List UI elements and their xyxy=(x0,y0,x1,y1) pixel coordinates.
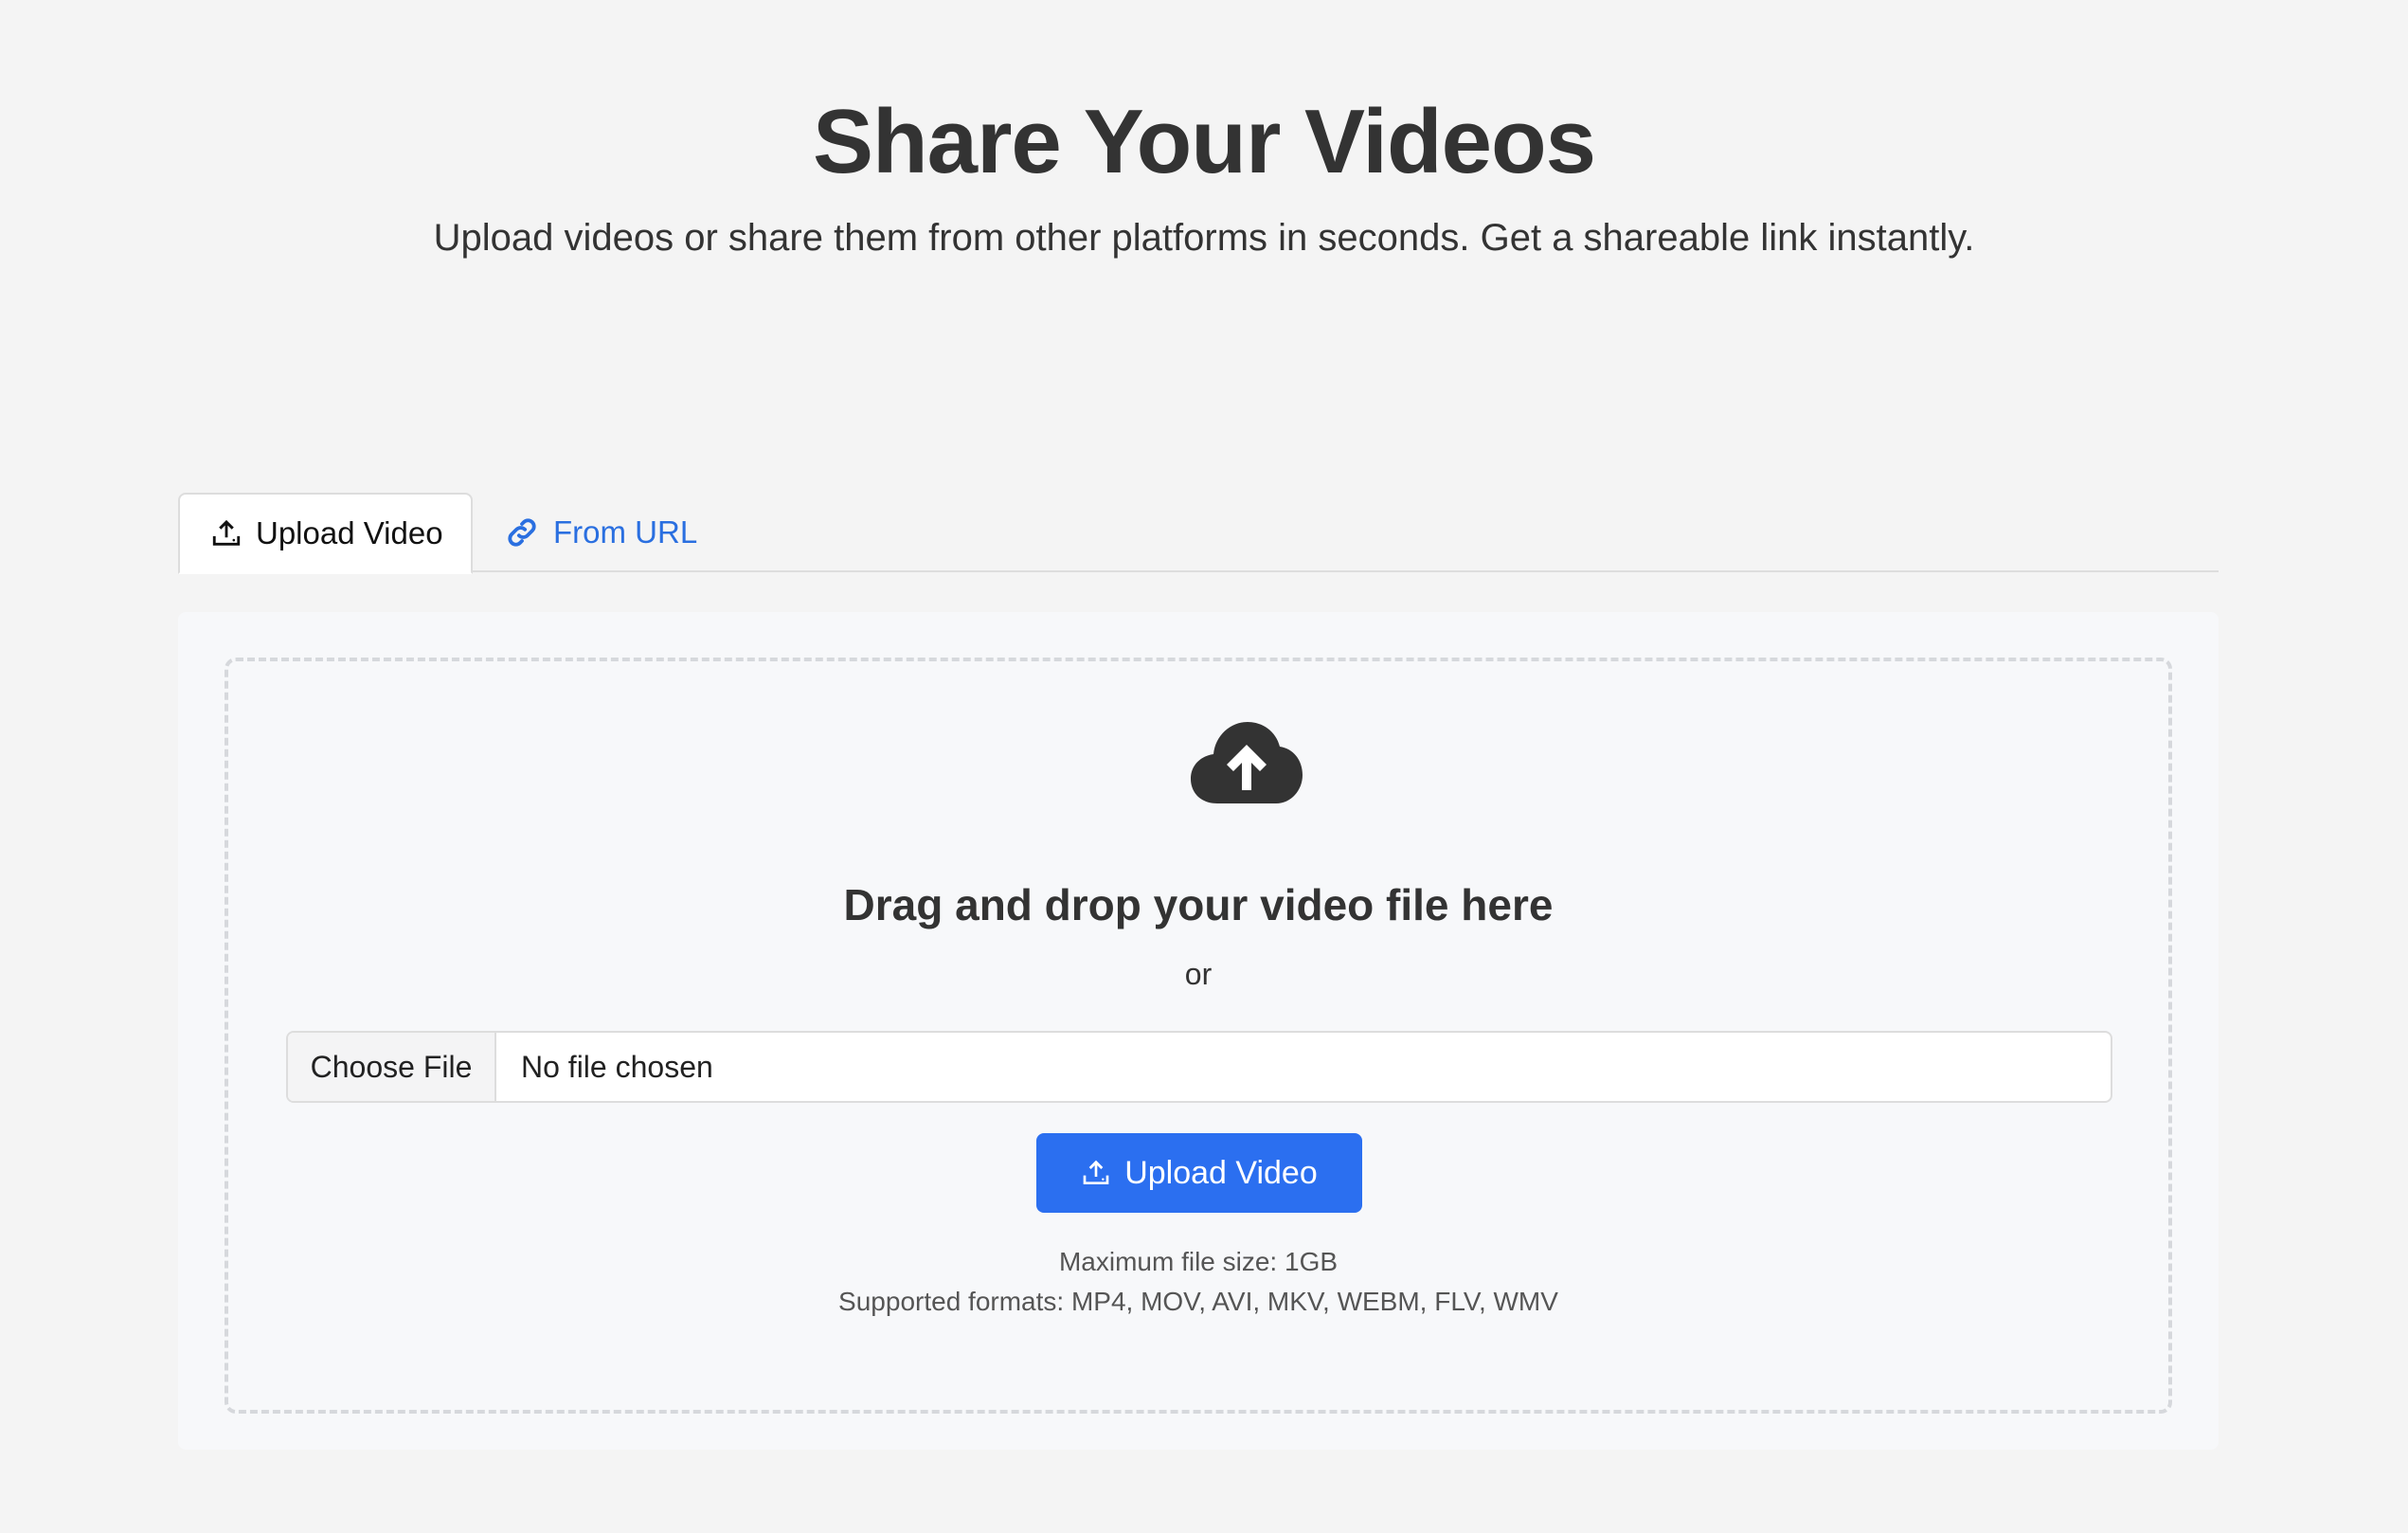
max-file-size-text: Maximum file size: 1GB xyxy=(1058,1247,1339,1276)
tab-from-url-label: From URL xyxy=(553,514,698,550)
file-input[interactable]: Choose File No file chosen xyxy=(286,1031,2112,1103)
tab-from-url[interactable]: From URL xyxy=(504,493,697,572)
cloud-upload-icon xyxy=(1191,722,1303,803)
tab-bar: Upload Video From URL xyxy=(178,493,2219,574)
upload-icon xyxy=(1083,1160,1109,1184)
upload-video-button-label: Upload Video xyxy=(1124,1154,1318,1191)
file-status: No file chosen xyxy=(521,1049,713,1084)
link-icon xyxy=(508,518,536,547)
supported-formats-text: Supported formats: MP4, MOV, AVI, MKV, W… xyxy=(838,1287,1558,1316)
hero: Share Your Videos Upload videos or share… xyxy=(0,87,2408,262)
upload-video-button[interactable]: Upload Video xyxy=(1036,1133,1362,1213)
page-subtitle: Upload videos or share them from other p… xyxy=(433,217,1975,259)
dropzone-or: or xyxy=(1184,957,1213,991)
upload-icon xyxy=(212,519,241,546)
tab-upload-video[interactable]: Upload Video xyxy=(178,493,473,574)
dropzone[interactable]: Drag and drop your video file here or Ch… xyxy=(225,658,2172,1414)
page-title: Share Your Videos xyxy=(813,91,1596,192)
choose-file-button[interactable]: Choose File xyxy=(288,1033,496,1101)
upload-panel: Drag and drop your video file here or Ch… xyxy=(178,612,2219,1450)
tab-upload-video-label: Upload Video xyxy=(256,515,443,550)
page: Share Your Videos Upload videos or share… xyxy=(0,0,2408,1533)
dropzone-title: Drag and drop your video file here xyxy=(843,880,1554,929)
